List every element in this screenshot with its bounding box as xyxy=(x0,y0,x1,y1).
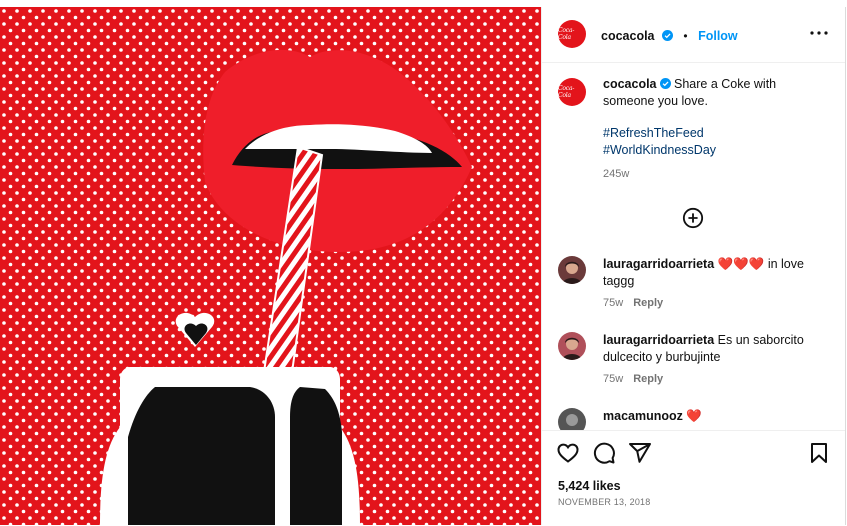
comment-age: 75w xyxy=(603,297,624,309)
comment-username[interactable]: lauragarridoarrieta xyxy=(603,257,714,271)
verified-badge-icon xyxy=(661,30,673,41)
comment-meta: 75w Reply xyxy=(603,295,828,312)
reply-button[interactable]: Reply xyxy=(633,373,663,385)
hashtag-refreshthefeed[interactable]: #RefreshTheFeed xyxy=(603,125,828,142)
avatar-photo xyxy=(558,256,586,284)
reply-button[interactable]: Reply xyxy=(633,297,663,309)
likes-count[interactable]: 5,424 likes xyxy=(558,479,621,493)
post-side-panel: Coca-Cola cocacola • Follow Coca-Cola co… xyxy=(541,7,846,525)
account-avatar[interactable]: Coca-Cola xyxy=(558,20,586,48)
coca-cola-logo: Coca-Cola xyxy=(558,85,575,99)
commenter-avatar[interactable] xyxy=(558,256,586,284)
caption-age: 245w xyxy=(603,168,630,180)
instagram-post: Coca-Cola cocacola • Follow Coca-Cola co… xyxy=(0,0,847,525)
bookmark-icon[interactable] xyxy=(807,441,831,465)
header-username[interactable]: cocacola xyxy=(601,29,655,43)
coke-illustration xyxy=(0,7,541,525)
caption-avatar[interactable]: Coca-Cola xyxy=(558,78,586,106)
plus-circle-icon[interactable] xyxy=(682,207,704,229)
comment-icon[interactable] xyxy=(592,441,616,465)
comment: lauragarridoarrieta ❤️❤️❤️ in love taggg… xyxy=(558,256,828,316)
share-icon[interactable] xyxy=(628,441,652,465)
caption-username[interactable]: cocacola xyxy=(603,77,657,91)
post-footer: 5,424 likes NOVEMBER 13, 2018 xyxy=(542,430,845,526)
caption-body: cocacola Share a Coke with someone you l… xyxy=(603,76,828,183)
avatar-photo xyxy=(558,408,586,430)
comment-body: macamunooz ❤️ xyxy=(603,408,828,425)
commenter-avatar[interactable] xyxy=(558,408,586,430)
comment-meta: 75w Reply xyxy=(603,371,828,388)
hashtag-worldkindnessday[interactable]: #WorldKindnessDay xyxy=(603,142,828,159)
post-date[interactable]: NOVEMBER 13, 2018 xyxy=(558,497,650,507)
comment: lauragarridoarrieta Es un saborcito dulc… xyxy=(558,332,828,392)
post-header: Coca-Cola cocacola • Follow xyxy=(542,7,845,63)
comment-username[interactable]: macamunooz xyxy=(603,409,683,423)
post-image[interactable] xyxy=(0,7,541,525)
commenter-avatar[interactable] xyxy=(558,332,586,360)
comment-text: ❤️ xyxy=(686,409,702,423)
header-meta: cocacola • Follow xyxy=(601,27,738,45)
follow-button[interactable]: Follow xyxy=(698,29,738,43)
comment-age: 75w xyxy=(603,373,624,385)
comment: macamunooz ❤️ xyxy=(558,408,828,430)
separator-dot: • xyxy=(683,29,688,43)
verified-badge-icon xyxy=(659,78,671,89)
heart-icon[interactable] xyxy=(556,441,580,465)
comment-body: lauragarridoarrieta ❤️❤️❤️ in love taggg… xyxy=(603,256,828,312)
comment-username[interactable]: lauragarridoarrieta xyxy=(603,333,714,347)
more-options-icon[interactable] xyxy=(809,25,829,41)
caption: Coca-Cola cocacola Share a Coke with som… xyxy=(558,76,828,186)
comments-scroll-area[interactable]: Coca-Cola cocacola Share a Coke with som… xyxy=(542,63,845,430)
coca-cola-logo: Coca-Cola xyxy=(558,27,575,41)
avatar-photo xyxy=(558,332,586,360)
comment-body: lauragarridoarrieta Es un saborcito dulc… xyxy=(603,332,828,388)
